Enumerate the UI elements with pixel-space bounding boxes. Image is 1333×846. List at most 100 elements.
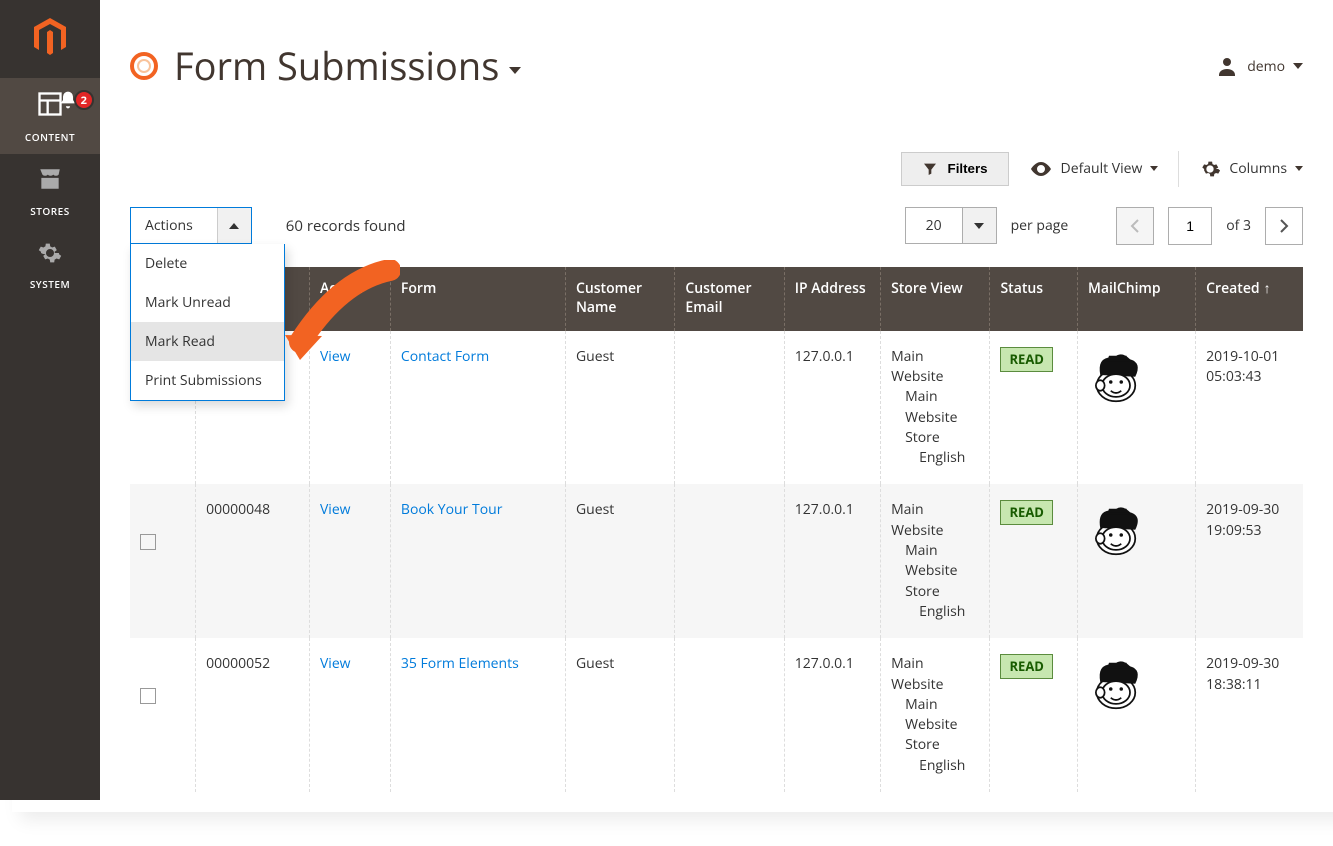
view-link[interactable]: View <box>320 347 351 366</box>
row-id: 00000052 <box>196 638 310 792</box>
row-form: 35 Form Elements <box>390 638 565 792</box>
chevron-down-icon <box>1293 63 1303 69</box>
col-header-mailchimp[interactable]: MailChimp <box>1078 267 1196 331</box>
row-checkbox[interactable] <box>140 534 156 550</box>
row-action: View <box>309 638 390 792</box>
row-ip: 127.0.0.1 <box>784 331 880 485</box>
col-header-status[interactable]: Status <box>990 267 1078 331</box>
per-page-select[interactable]: 20 <box>905 207 997 244</box>
action-mark-unread[interactable]: Mark Unread <box>131 283 284 322</box>
view-link[interactable]: View <box>320 500 351 519</box>
table-row: 00000052 View 35 Form Elements Guest 127… <box>130 638 1303 792</box>
user-icon <box>1215 54 1239 78</box>
col-header-action[interactable]: Action <box>309 267 390 331</box>
status-badge: READ <box>1000 500 1052 525</box>
magento-logo <box>31 18 69 56</box>
row-form: Book Your Tour <box>390 484 565 638</box>
row-store-view: Main WebsiteMain Website StoreEnglish <box>881 638 990 792</box>
row-ip: 127.0.0.1 <box>784 638 880 792</box>
row-store-view: Main WebsiteMain Website StoreEnglish <box>881 484 990 638</box>
row-created: 2019-10-01 05:03:43 <box>1196 331 1303 485</box>
col-header-customer-name[interactable]: Customer Name <box>565 267 674 331</box>
col-header-form[interactable]: Form <box>390 267 565 331</box>
view-selector[interactable]: Default View <box>1029 157 1159 181</box>
row-status: READ <box>990 638 1078 792</box>
row-mailchimp <box>1078 331 1196 485</box>
row-mailchimp <box>1078 638 1196 792</box>
prev-page-button[interactable] <box>1116 207 1154 245</box>
col-header-ip[interactable]: IP Address <box>784 267 880 331</box>
gear-icon <box>0 240 100 273</box>
action-mark-read[interactable]: Mark Read <box>131 322 284 361</box>
row-created: 2019-09-30 19:09:53 <box>1196 484 1303 638</box>
funnel-icon <box>922 161 938 177</box>
notification-badge[interactable]: 2 <box>58 90 94 110</box>
page-header: Form Submissions demo <box>130 16 1303 111</box>
columns-selector[interactable]: Columns <box>1199 158 1303 180</box>
sidebar-item-system[interactable]: SYSTEM <box>0 228 100 301</box>
col-header-customer-email[interactable]: Customer Email <box>675 267 784 331</box>
chevron-left-icon <box>1130 218 1140 234</box>
chevron-down-icon <box>974 223 984 229</box>
row-action: View <box>309 484 390 638</box>
sidebar-item-stores[interactable]: STORES <box>0 154 100 228</box>
mass-actions: Actions Delete Mark Unread Mark Read Pri… <box>130 207 252 244</box>
divider <box>1178 151 1179 187</box>
table-row: 00000048 View Book Your Tour Guest 127.0… <box>130 484 1303 638</box>
stores-icon <box>0 166 100 200</box>
status-badge: READ <box>1000 654 1052 679</box>
actions-dropdown-menu: Delete Mark Unread Mark Read Print Submi… <box>130 244 285 401</box>
page-title[interactable]: Form Submissions <box>174 47 521 85</box>
sidebar-item-label: SYSTEM <box>0 277 100 291</box>
row-checkbox-cell <box>130 484 196 638</box>
row-customer-email <box>675 484 784 638</box>
data-grid: ID Action Form Customer Name Customer Em… <box>130 267 1303 792</box>
row-customer-name: Guest <box>565 484 674 638</box>
per-page-label: per page <box>1011 216 1069 235</box>
next-page-button[interactable] <box>1265 207 1303 245</box>
row-created: 2019-09-30 18:38:11 <box>1196 638 1303 792</box>
row-customer-name: Guest <box>565 331 674 485</box>
sidebar-item-label: CONTENT <box>0 130 100 144</box>
chevron-down-icon <box>509 67 521 74</box>
row-mailchimp <box>1078 484 1196 638</box>
form-link[interactable]: 35 Form Elements <box>401 654 519 673</box>
action-delete[interactable]: Delete <box>131 244 284 283</box>
row-action: View <box>309 331 390 485</box>
per-page-toggle[interactable] <box>962 208 996 243</box>
col-header-created[interactable]: Created↑ <box>1196 267 1303 331</box>
actions-dropdown-toggle[interactable] <box>217 208 251 243</box>
row-checkbox-cell <box>130 638 196 792</box>
current-page-input[interactable] <box>1168 207 1212 245</box>
records-count: 60 records found <box>286 216 406 236</box>
col-header-store-view[interactable]: Store View <box>881 267 990 331</box>
form-link[interactable]: Book Your Tour <box>401 500 503 519</box>
row-checkbox[interactable] <box>140 688 156 704</box>
action-print-submissions[interactable]: Print Submissions <box>131 361 284 400</box>
sort-asc-icon: ↑ <box>1264 279 1271 298</box>
admin-sidebar: CONTENT 2 STORES SYSTEM <box>0 0 100 800</box>
row-customer-email <box>675 638 784 792</box>
page-icon <box>130 52 158 80</box>
user-menu[interactable]: demo <box>1215 54 1303 78</box>
eye-icon <box>1029 157 1053 181</box>
table-row: View Contact Form Guest 127.0.0.1 Main W… <box>130 331 1303 485</box>
actions-dropdown-button[interactable]: Actions <box>130 207 252 244</box>
main-content: Form Submissions demo Filters Default Vi… <box>100 0 1333 800</box>
row-store-view: Main WebsiteMain Website StoreEnglish <box>881 331 990 485</box>
chevron-up-icon <box>229 223 239 229</box>
view-link[interactable]: View <box>320 654 351 673</box>
grid-toolbar-mid: Actions Delete Mark Unread Mark Read Pri… <box>130 207 1303 245</box>
row-customer-name: Guest <box>565 638 674 792</box>
row-status: READ <box>990 331 1078 485</box>
row-id: 00000048 <box>196 484 310 638</box>
filters-button[interactable]: Filters <box>901 152 1009 186</box>
chevron-down-icon <box>1295 166 1303 171</box>
sidebar-item-content[interactable]: CONTENT 2 <box>0 78 100 154</box>
form-link[interactable]: Contact Form <box>401 347 489 366</box>
row-ip: 127.0.0.1 <box>784 484 880 638</box>
row-status: READ <box>990 484 1078 638</box>
grid-toolbar-top: Filters Default View Columns <box>130 151 1303 187</box>
gear-icon <box>1199 158 1221 180</box>
chevron-right-icon <box>1279 218 1289 234</box>
